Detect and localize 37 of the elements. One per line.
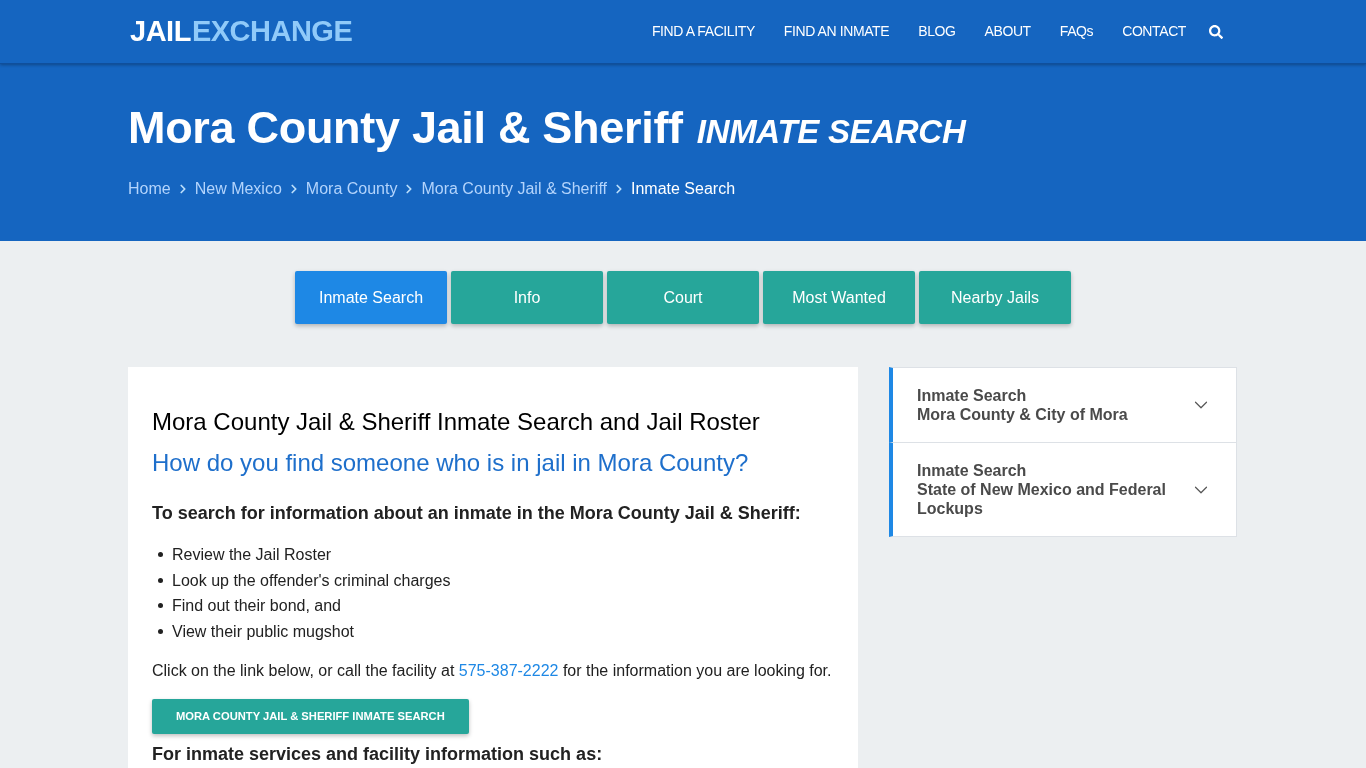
article-question: How do you find someone who is in jail in Mora County? [152, 448, 750, 478]
nav-link[interactable]: FIND A FACILITY [651, 21, 755, 42]
breadcrumb-link[interactable]: Mora County [305, 177, 398, 201]
list-item-text: View their public mugshot [172, 621, 355, 642]
tab[interactable]: Nearby Jails [919, 271, 1071, 324]
tab[interactable]: Court [607, 271, 759, 324]
tab[interactable]: Most Wanted [763, 271, 915, 324]
tab[interactable]: Info [451, 271, 603, 324]
bullet-icon [158, 628, 163, 634]
list-item-text: Find out their bond, and [172, 596, 341, 616]
list-item-text: Review the Jail Roster [172, 545, 332, 565]
accordion-header[interactable]: Inmate Search Mora County & City of Mora [889, 367, 1237, 443]
breadcrumb-link[interactable]: New Mexico [194, 177, 282, 201]
nav-link[interactable]: BLOG [918, 21, 956, 42]
site-logo[interactable]: JAILEXCHANGE [130, 17, 353, 46]
bullet-icon [158, 577, 163, 583]
search-icon[interactable] [1209, 24, 1223, 39]
bullet-icon [158, 552, 163, 558]
breadcrumb-link[interactable]: Mora County Jail & Sheriff [421, 177, 607, 201]
nav-link[interactable]: ABOUT [984, 21, 1031, 42]
bullet-icon [158, 603, 163, 609]
call-text: Click on the link below, or call the facility at 575-387-2222 for the information you are looking for. [152, 661, 833, 681]
accordion-header[interactable]: Inmate Search State of New Mexico and Federal Lockups [889, 442, 1237, 537]
article-heading: Mora County Jail & Sheriff Inmate Search and Jail Roster [152, 407, 761, 437]
tab[interactable]: Inmate Search [295, 271, 447, 324]
inmate-search-button[interactable]: MORA COUNTY JAIL & SHERIFF INMATE SEARCH [152, 699, 469, 734]
nav-link[interactable]: CONTACT [1122, 21, 1186, 42]
nav-link[interactable]: FIND AN INMATE [783, 21, 890, 42]
nav-link[interactable]: FAQs [1059, 21, 1094, 42]
list-item-text: Look up the offender's criminal charges [172, 570, 451, 591]
current-page-text: Inmate Search [631, 179, 736, 199]
phone-link[interactable]: 575-387-2222 [458, 662, 559, 679]
breadcrumb-link[interactable]: Home [128, 177, 171, 201]
page-title: Mora County Jail & Sheriff [128, 101, 683, 155]
services-heading: For inmate services and facility information such as: [152, 744, 604, 764]
page-subtitle: INMATE SEARCH [696, 112, 966, 152]
intro-heading: To search for information about an inmate in the Mora County Jail & Sheriff: [152, 502, 802, 525]
